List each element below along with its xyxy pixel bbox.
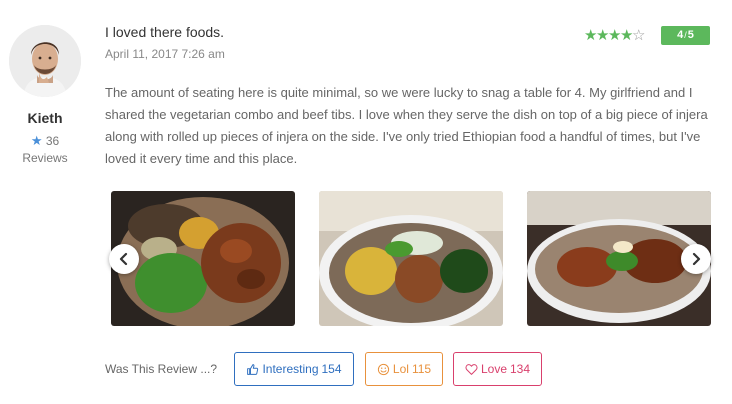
- interesting-button[interactable]: Interesting 154: [234, 352, 354, 386]
- star-empty-icon: ☆: [632, 27, 646, 44]
- smile-icon: [377, 363, 390, 375]
- love-label: Love: [480, 362, 507, 376]
- rating-score: 4: [677, 29, 684, 41]
- lol-count: 115: [411, 362, 432, 376]
- was-review-prompt: Was This Review ...?: [105, 362, 218, 376]
- lol-label: Lol: [392, 362, 409, 376]
- rating-max: 5: [687, 29, 694, 41]
- star-filled-icon: ★: [608, 27, 622, 44]
- food-photo-2[interactable]: [319, 191, 503, 326]
- reviews-label: Reviews: [22, 151, 68, 165]
- reviewer-name[interactable]: Kieth: [0, 110, 90, 126]
- reviewer-review-count: ★ 36: [0, 133, 90, 149]
- rating-stars: ★ ★ ★ ★ ☆: [584, 27, 646, 44]
- interesting-label: Interesting: [262, 362, 319, 376]
- chevron-right-icon: [692, 252, 701, 266]
- rating-badge: 4/5: [661, 26, 710, 45]
- carousel-next-button[interactable]: [681, 244, 711, 274]
- review-body: The amount of seating here is quite mini…: [105, 85, 708, 166]
- thumbs-up-icon: [247, 363, 259, 375]
- heart-icon: [465, 363, 478, 375]
- carousel-prev-button[interactable]: [109, 244, 139, 274]
- chevron-left-icon: [119, 252, 128, 266]
- review-title: I loved there foods.: [105, 24, 225, 40]
- love-count: 134: [510, 362, 531, 376]
- star-filled-icon: ★: [620, 27, 634, 44]
- lol-button[interactable]: Lol 115: [365, 352, 443, 386]
- star-icon: ★: [30, 133, 43, 148]
- star-filled-icon: ★: [584, 27, 598, 44]
- love-button[interactable]: Love 134: [453, 352, 542, 386]
- star-filled-icon: ★: [596, 27, 610, 44]
- review-count-value: 36: [45, 134, 60, 148]
- review-date: April 11, 2017 7:26 am: [105, 47, 225, 61]
- avatar[interactable]: [9, 25, 81, 97]
- interesting-count: 154: [321, 362, 342, 376]
